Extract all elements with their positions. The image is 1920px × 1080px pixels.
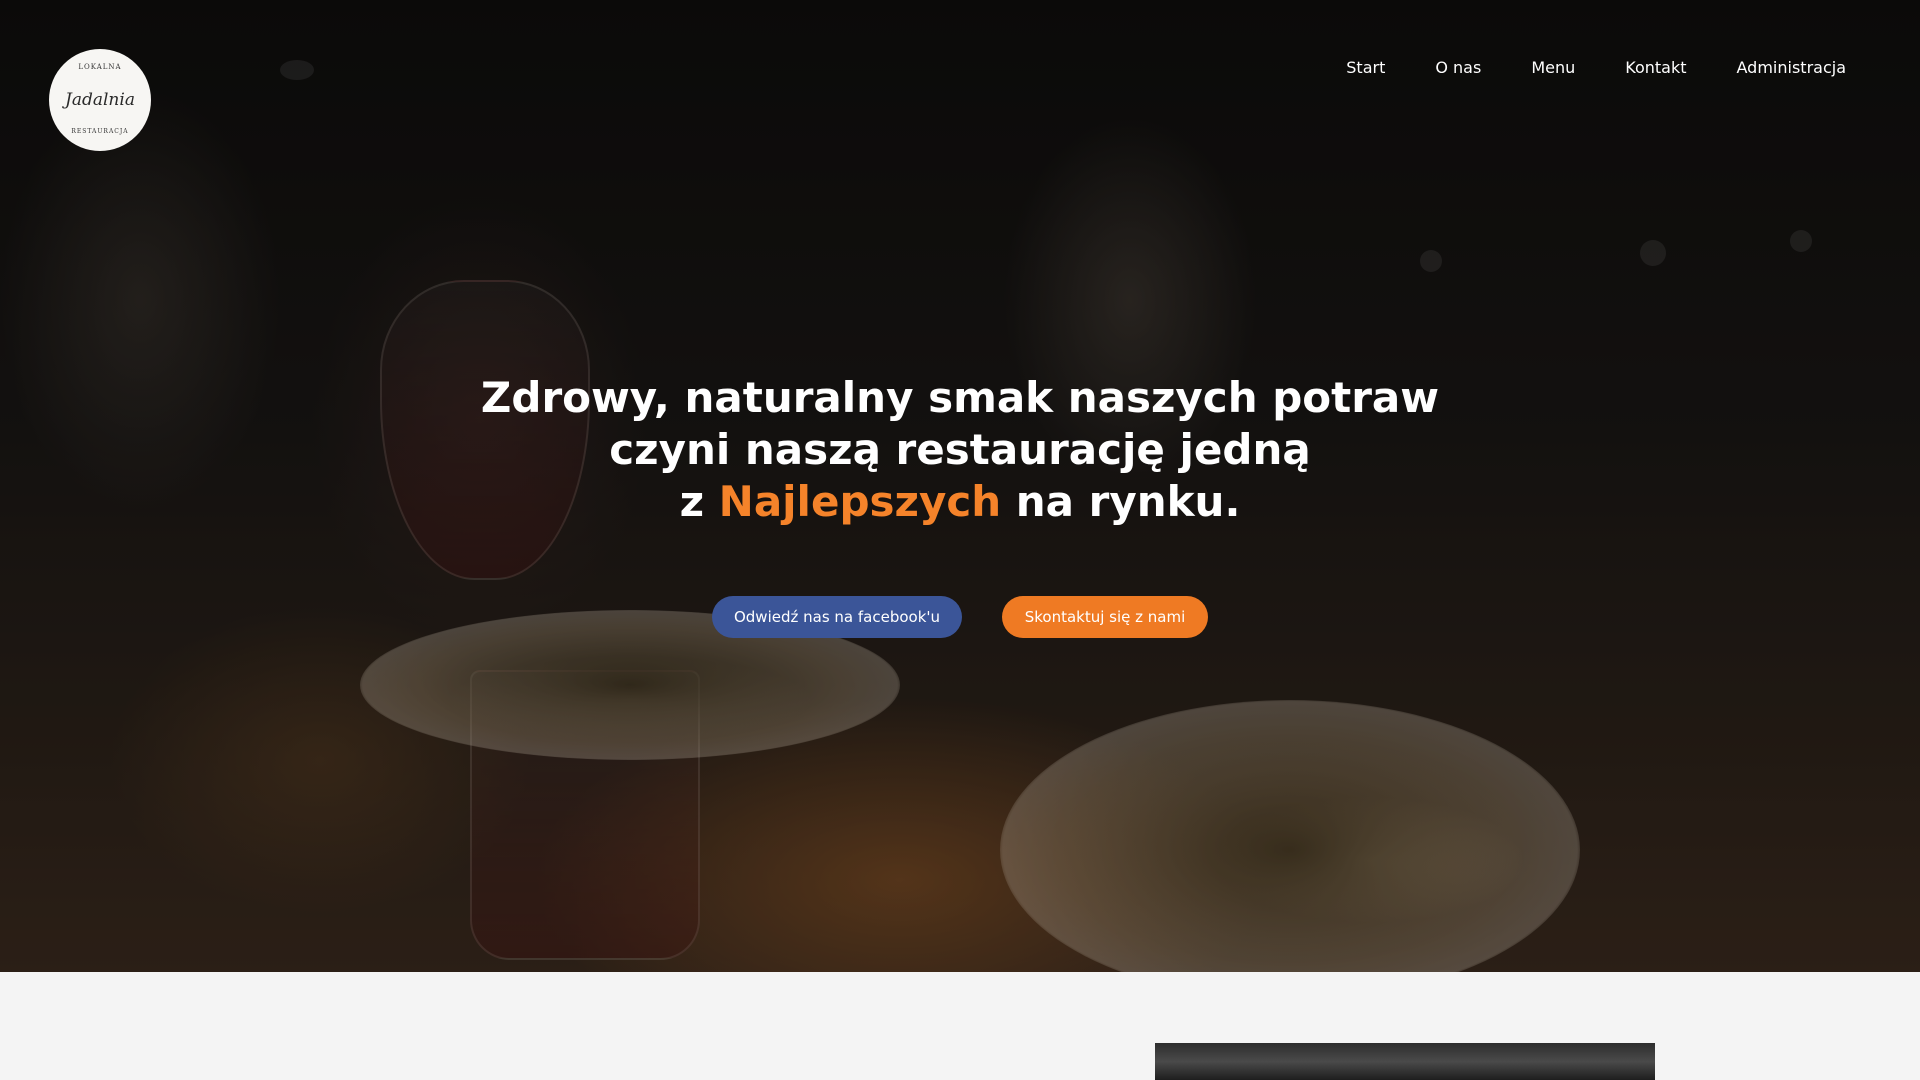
hero-line-3-suffix: na rynku. xyxy=(1001,477,1241,526)
hero-line-1: Zdrowy, naturalny smak naszych potraw xyxy=(480,373,1440,422)
pasta-bowl xyxy=(1000,700,1580,972)
hero-headline: Zdrowy, naturalny smak naszych potraw cz… xyxy=(0,372,1920,528)
hero-line-3-prefix: z xyxy=(679,477,719,526)
nav-item-kontakt[interactable]: Kontakt xyxy=(1625,58,1686,77)
section-image xyxy=(1155,1043,1655,1080)
main-navigation: Start O nas Menu Kontakt Administracja xyxy=(1346,58,1846,77)
water-glass xyxy=(470,670,700,960)
facebook-button[interactable]: Odwiedź nas na facebook'u xyxy=(712,596,962,638)
hero-accent-word: Najlepszych xyxy=(718,477,1002,526)
bokeh-light xyxy=(1640,240,1666,266)
bokeh-light xyxy=(1790,230,1812,252)
nav-item-o-nas[interactable]: O nas xyxy=(1435,58,1481,77)
bokeh-light xyxy=(1420,250,1442,272)
logo-top-text: LOKALNA xyxy=(78,63,122,71)
nav-item-administracja[interactable]: Administracja xyxy=(1737,58,1846,77)
restaurant-logo[interactable]: LOKALNA Jadalnia RESTAURACJA xyxy=(49,49,151,151)
nav-item-menu[interactable]: Menu xyxy=(1531,58,1575,77)
nav-item-start[interactable]: Start xyxy=(1346,58,1385,77)
hero-line-3: z Najlepszych na rynku. xyxy=(0,476,1920,528)
contact-button[interactable]: Skontaktuj się z nami xyxy=(1002,596,1208,638)
logo-bottom-text: RESTAURACJA xyxy=(71,128,129,135)
bokeh-light xyxy=(280,60,314,80)
hero-line-2: czyni naszą restaurację jedną xyxy=(609,425,1311,474)
logo-script-text: Jadalnia xyxy=(65,90,135,110)
